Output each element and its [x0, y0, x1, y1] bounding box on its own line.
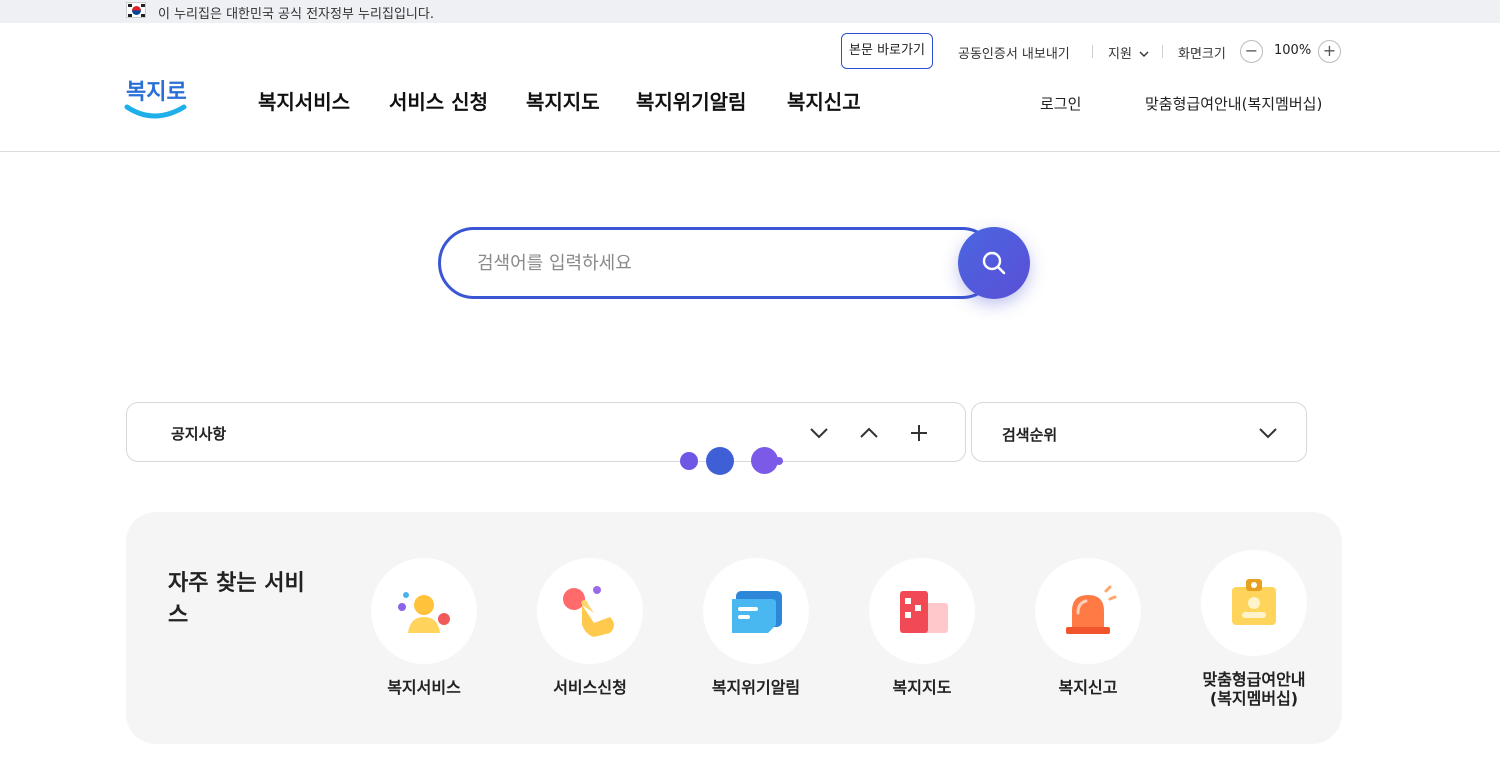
site-header: 본문 바로가기 공동인증서 내보내기 지원 화면크기 − 100% + 복지로 … — [0, 23, 1500, 152]
nav-welfare-report[interactable]: 복지신고 — [787, 86, 861, 115]
message-icon — [732, 591, 782, 633]
rank-title[interactable]: 검색순위 — [1002, 424, 1057, 445]
service-label: 복지서비스 — [387, 678, 461, 697]
screen-size-label: 화면크기 — [1178, 47, 1226, 62]
nav-welfare-service[interactable]: 복지서비스 — [258, 86, 350, 115]
zoom-in-button[interactable]: + — [1318, 40, 1341, 63]
gov-banner-text[interactable]: 이 누리집은 대한민국 공식 전자정부 누리집입니다. — [158, 3, 434, 22]
search-button[interactable] — [958, 227, 1030, 299]
nav-welfare-map[interactable]: 복지지도 — [526, 86, 600, 115]
service-label: 서비스신청 — [553, 678, 627, 697]
zoom-out-button[interactable]: − — [1240, 40, 1263, 63]
membership-link[interactable]: 맞춤형급여안내(복지멤버십) — [1145, 93, 1322, 114]
search-rank-panel: 검색순위 — [971, 402, 1307, 462]
service-membership[interactable]: 맞춤형급여안내 (복지멤버십) — [1174, 550, 1334, 710]
service-welfare-map[interactable]: 복지지도 — [842, 558, 1002, 708]
chevron-down-icon[interactable] — [807, 421, 831, 445]
support-menu[interactable]: 지원 — [1108, 43, 1149, 62]
service-crisis-alert[interactable]: 복지위기알림 — [676, 558, 836, 708]
hand-tap-icon — [563, 586, 614, 637]
service-icon-circle — [371, 558, 477, 664]
service-icon-circle — [1201, 550, 1307, 656]
login-link[interactable]: 로그인 — [1040, 93, 1081, 114]
support-label: 지원 — [1108, 47, 1132, 62]
service-icon-circle — [703, 558, 809, 664]
service-label: 복지위기알림 — [711, 678, 801, 697]
gov-banner: 이 누리집은 대한민국 공식 전자정부 누리집입니다. — [0, 0, 1500, 23]
nav-service-apply[interactable]: 서비스 신청 — [389, 86, 488, 115]
divider — [1092, 45, 1093, 58]
chevron-down-icon[interactable] — [1256, 421, 1280, 445]
service-icon-circle — [537, 558, 643, 664]
korea-flag-icon — [126, 2, 146, 18]
service-label: 맞춤형급여안내 (복지멤버십) — [1202, 670, 1306, 708]
building-icon — [900, 591, 948, 633]
bokjiro-logo[interactable]: 복지로 — [124, 69, 188, 125]
service-label: 복지지도 — [892, 678, 952, 697]
nav-crisis-alert[interactable]: 복지위기알림 — [636, 86, 746, 115]
frequent-services-panel: 자주 찾는 서비스 복지서비스 서비스신청 복지위기알림 복지지도 복지신고 맞… — [126, 512, 1342, 744]
logo-text: 복지로 — [126, 80, 187, 105]
notice-panel: 공지사항 — [126, 402, 966, 462]
search-input[interactable] — [477, 248, 957, 278]
chevron-up-icon[interactable] — [857, 421, 881, 445]
chevron-down-icon — [1139, 51, 1149, 57]
zoom-value: 100% — [1274, 43, 1312, 58]
service-welfare[interactable]: 복지서비스 — [344, 558, 504, 708]
cert-export-link[interactable]: 공동인증서 내보내기 — [958, 43, 1070, 62]
service-apply[interactable]: 서비스신청 — [510, 558, 670, 708]
id-badge-icon — [1232, 579, 1276, 625]
service-icon-circle — [1035, 558, 1141, 664]
person-icon — [398, 592, 450, 633]
notice-title[interactable]: 공지사항 — [171, 423, 226, 444]
search-icon — [982, 251, 1006, 275]
search-box — [438, 227, 998, 299]
service-label: 복지신고 — [1058, 678, 1118, 697]
service-icon-circle — [869, 558, 975, 664]
frequent-services-title: 자주 찾는 서비스 — [168, 571, 305, 628]
siren-icon — [1066, 585, 1117, 634]
skip-to-content-button[interactable]: 본문 바로가기 — [841, 33, 933, 69]
divider — [1162, 45, 1163, 58]
service-welfare-report[interactable]: 복지신고 — [1008, 558, 1168, 708]
plus-icon[interactable] — [907, 421, 931, 445]
